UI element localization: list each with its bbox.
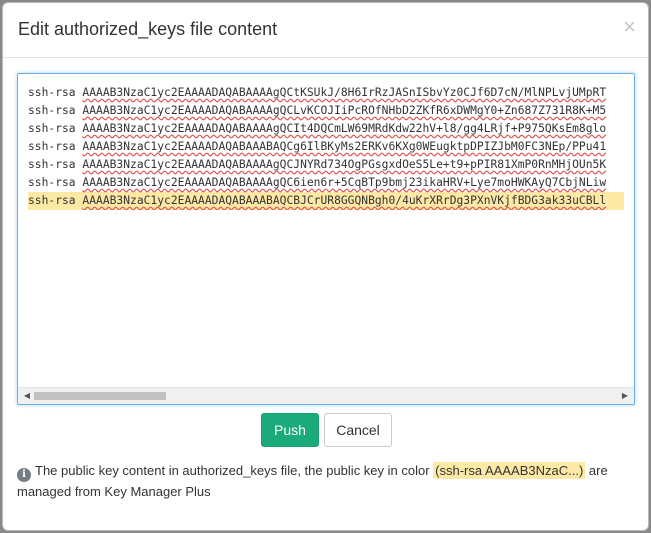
horizontal-scrollbar[interactable]: ◀ ▶ [18, 387, 634, 404]
key-type: ssh-rsa [28, 194, 76, 207]
key-line: ssh-rsa AAAAB3NzaC1yc2EAAAADAQABAAABAQCB… [28, 192, 624, 210]
key-type: ssh-rsa [28, 140, 76, 153]
scrollbar-thumb[interactable] [34, 392, 166, 400]
key-line: ssh-rsa AAAAB3NzaC1yc2EAAAADAQABAAAAgQCI… [28, 120, 624, 138]
key-value: AAAAB3NzaC1yc2EAAAADAQABAAAAgQC6ien6r+5C… [82, 176, 607, 189]
key-value: AAAAB3NzaC1yc2EAAAADAQABAAABAQCBJCrUR8GG… [82, 194, 607, 207]
key-lines: ssh-rsa AAAAB3NzaC1yc2EAAAADAQABAAAAgQCt… [28, 84, 624, 210]
info-text-before: The public key content in authorized_key… [35, 463, 434, 478]
key-line: ssh-rsa AAAAB3NzaC1yc2EAAAADAQABAAAAgQCJ… [28, 156, 624, 174]
edit-authorized-keys-dialog: Edit authorized_keys file content × ssh-… [2, 2, 649, 531]
dialog-header: Edit authorized_keys file content × [3, 3, 648, 58]
cancel-button[interactable]: Cancel [324, 413, 392, 447]
info-note: i The public key content in authorized_ke… [17, 461, 637, 502]
close-icon[interactable]: × [623, 16, 636, 38]
info-icon: i [17, 468, 31, 482]
authorized-keys-textarea[interactable]: ssh-rsa AAAAB3NzaC1yc2EAAAADAQABAAAAgQCt… [17, 73, 635, 405]
key-line: ssh-rsa AAAAB3NzaC1yc2EAAAADAQABAAAAgQCt… [28, 84, 624, 102]
key-value: AAAAB3NzaC1yc2EAAAADAQABAAAAgQCtKSUkJ/8H… [82, 86, 607, 99]
key-value: AAAAB3NzaC1yc2EAAAADAQABAAAAgQCJNYRd734O… [82, 158, 607, 171]
key-line: ssh-rsa AAAAB3NzaC1yc2EAAAADAQABAAAAgQC6… [28, 174, 624, 192]
push-button[interactable]: Push [261, 413, 319, 447]
key-value: AAAAB3NzaC1yc2EAAAADAQABAAABAQCg6IlBKyMs… [82, 140, 607, 153]
dialog-title: Edit authorized_keys file content [18, 19, 278, 39]
key-type: ssh-rsa [28, 86, 76, 99]
managed-key-sample: (ssh-rsa AAAAB3NzaC...) [433, 462, 586, 479]
key-type: ssh-rsa [28, 122, 76, 135]
scroll-right-icon[interactable]: ▶ [618, 388, 632, 404]
scroll-left-icon[interactable]: ◀ [20, 388, 34, 404]
key-line: ssh-rsa AAAAB3NzaC1yc2EAAAADAQABAAABAQCg… [28, 138, 624, 156]
key-line: ssh-rsa AAAAB3NzaC1yc2EAAAADAQABAAAAgQCL… [28, 102, 624, 120]
key-value: AAAAB3NzaC1yc2EAAAADAQABAAAAgQCLvKCOJIiP… [82, 104, 607, 117]
key-type: ssh-rsa [28, 104, 76, 117]
key-value: AAAAB3NzaC1yc2EAAAADAQABAAAAgQCIt4DQCmLW… [82, 122, 607, 135]
key-type: ssh-rsa [28, 176, 76, 189]
key-type: ssh-rsa [28, 158, 76, 171]
